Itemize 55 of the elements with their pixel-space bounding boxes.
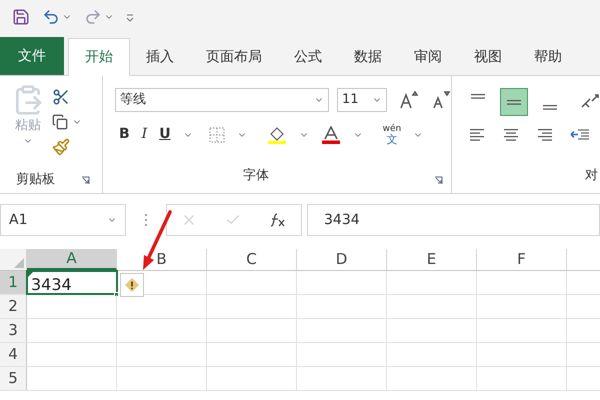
group-title: 字体: [243, 166, 269, 184]
font-name-dropdown[interactable]: 等线: [115, 88, 329, 112]
insert-function-icon[interactable]: [269, 212, 287, 228]
align-center-icon[interactable]: [502, 128, 520, 142]
ribbon-tab[interactable]: 帮助: [518, 38, 578, 76]
name-box[interactable]: A1: [0, 204, 126, 236]
decrease-indent-icon[interactable]: [570, 128, 590, 142]
ribbon-tab[interactable]: 公式: [278, 38, 338, 76]
warning-icon: [124, 277, 140, 293]
format-painter-icon[interactable]: [52, 138, 70, 156]
row-header[interactable]: 3: [0, 319, 27, 342]
align-middle-button[interactable]: [500, 88, 528, 116]
group-title: 对: [585, 166, 599, 184]
cut-icon[interactable]: [52, 88, 70, 106]
dialog-launcher-icon[interactable]: [434, 176, 443, 185]
more-icon[interactable]: [144, 213, 148, 227]
save-icon[interactable]: [12, 8, 30, 26]
underline-button[interactable]: U: [159, 124, 171, 145]
fill-color-icon[interactable]: [266, 126, 287, 144]
dialog-launcher-icon[interactable]: [81, 176, 90, 184]
ribbon-tab[interactable]: 视图: [458, 38, 518, 76]
fill-handle[interactable]: [114, 292, 119, 297]
grow-font-icon[interactable]: [399, 91, 419, 109]
lines-icon: [507, 100, 521, 104]
ribbon-tab[interactable]: 插入: [130, 38, 190, 76]
bold-button[interactable]: B: [119, 124, 130, 145]
lines-icon: [543, 105, 557, 110]
row-header[interactable]: 2: [0, 295, 27, 318]
ribbon-tab[interactable]: 开始: [68, 38, 130, 76]
customize-icon[interactable]: [126, 12, 134, 22]
ribbon-tab[interactable]: 数据: [338, 38, 398, 76]
align-right-icon[interactable]: [536, 128, 554, 142]
font-size-dropdown[interactable]: 11: [337, 88, 387, 112]
error-check-button[interactable]: [120, 273, 144, 297]
shrink-font-icon[interactable]: [431, 91, 451, 109]
file-tab[interactable]: 文件: [0, 37, 64, 75]
italic-button[interactable]: I: [142, 124, 148, 145]
column-header[interactable]: A: [27, 249, 117, 270]
borders-icon[interactable]: [208, 126, 225, 142]
row-header[interactable]: 4: [0, 343, 27, 366]
row-header[interactable]: 5: [0, 367, 27, 390]
group-title: 剪贴板: [16, 171, 55, 190]
error-triangle-icon: [28, 272, 33, 277]
cell-value: 3434: [31, 274, 72, 296]
formula-field[interactable]: 3434: [307, 204, 600, 236]
align-left-icon[interactable]: [468, 128, 486, 142]
lines-icon: [471, 94, 485, 99]
row-header[interactable]: 1: [0, 271, 27, 294]
redo-icon[interactable]: [84, 8, 102, 26]
font-color-icon[interactable]: [320, 126, 341, 144]
undo-icon[interactable]: [42, 8, 60, 26]
ribbon-tab[interactable]: 页面布局: [190, 38, 278, 76]
ribbon-tab[interactable]: 审阅: [398, 38, 458, 76]
copy-icon[interactable]: [52, 114, 68, 130]
phonetic-guide-button[interactable]: wén 文: [382, 124, 402, 144]
